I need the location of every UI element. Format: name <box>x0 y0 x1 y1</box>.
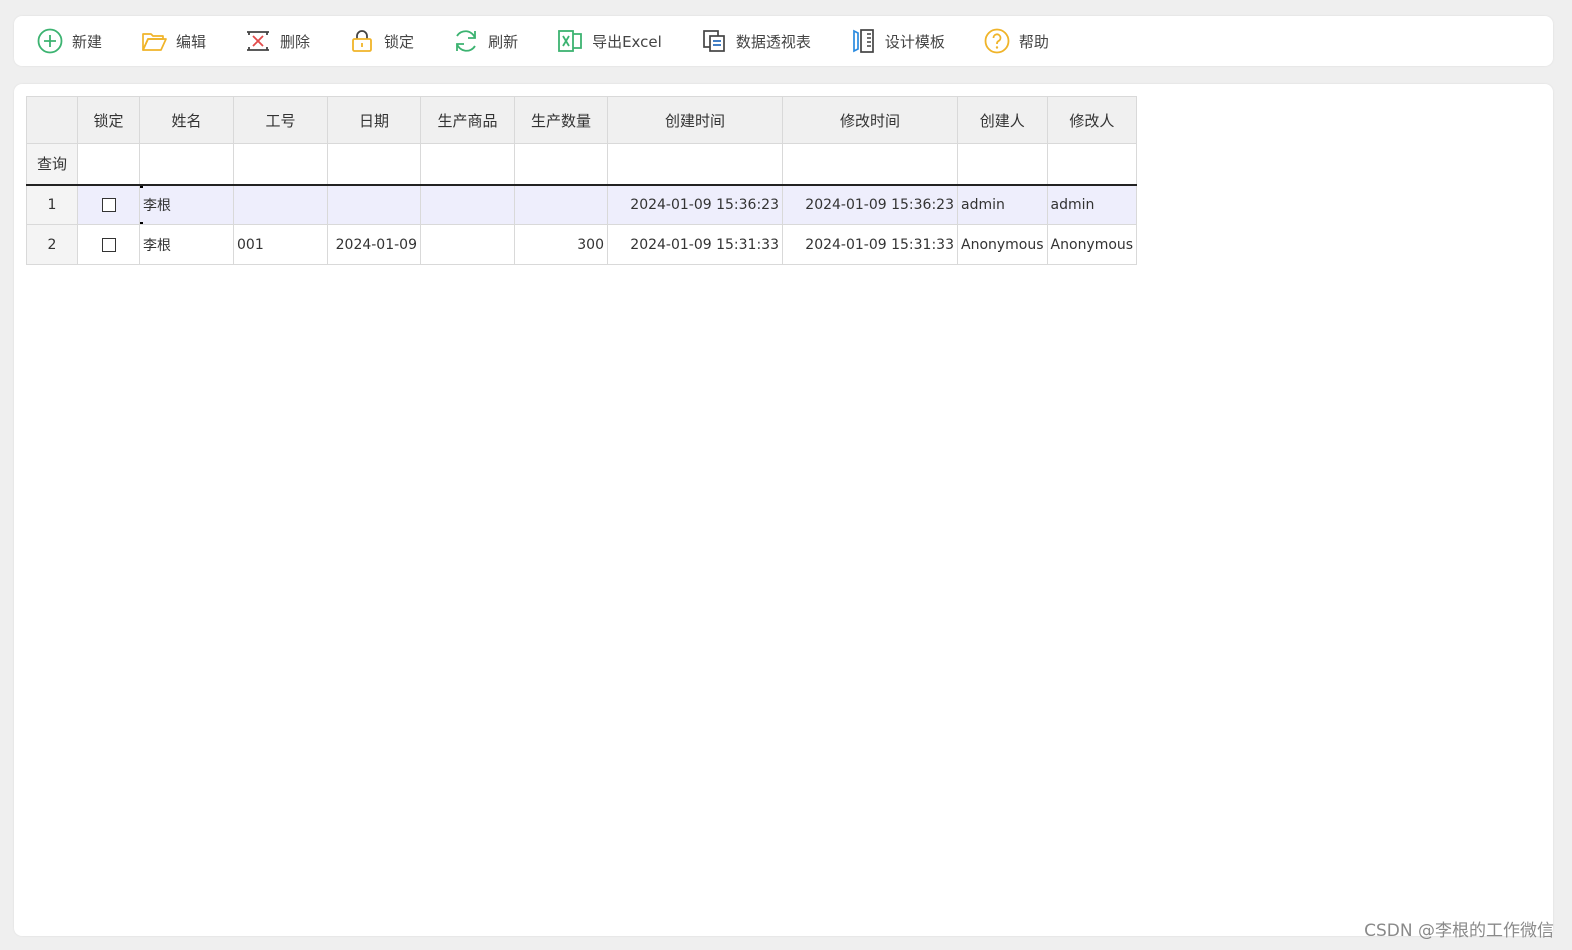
column-header-date[interactable]: 日期 <box>327 96 421 144</box>
column-header-creator[interactable]: 创建人 <box>957 96 1048 144</box>
selection-handle[interactable] <box>140 185 143 188</box>
name-cell[interactable]: 李根 <box>139 184 234 225</box>
locked-cell[interactable] <box>77 184 140 225</box>
table-row[interactable]: 1 李根 2024-01-09 15:36:23 2024-01-09 15:3… <box>26 184 1138 225</box>
column-header-created[interactable]: 创建时间 <box>607 96 783 144</box>
name-text: 李根 <box>143 197 171 214</box>
creator-cell[interactable]: admin <box>957 184 1048 225</box>
product-cell[interactable] <box>420 184 515 225</box>
filter-cell-qty[interactable] <box>514 143 608 186</box>
lock-checkbox[interactable] <box>101 237 116 252</box>
design-template-button-label: 设计模板 <box>884 32 945 51</box>
new-button-label: 新建 <box>72 32 103 51</box>
help-icon <box>983 27 1011 55</box>
qty-cell[interactable] <box>514 184 608 225</box>
filter-cell-created[interactable] <box>607 143 783 186</box>
lock-button[interactable]: 锁定 <box>348 24 414 58</box>
design-template-button[interactable]: 设计模板 <box>849 24 945 58</box>
excel-icon <box>556 27 584 55</box>
filter-label: 查询 <box>26 143 78 186</box>
design-template-icon <box>849 27 877 55</box>
help-button[interactable]: 帮助 <box>983 24 1049 58</box>
new-button[interactable]: 新建 <box>36 24 102 58</box>
delete-button[interactable]: 删除 <box>244 24 310 58</box>
modifier-cell[interactable]: admin <box>1046 184 1138 225</box>
folder-open-icon <box>140 27 168 55</box>
plus-circle-icon <box>36 27 64 55</box>
column-header-locked[interactable]: 锁定 <box>77 96 140 144</box>
name-cell[interactable]: 李根 <box>139 224 234 265</box>
creator-cell[interactable]: Anonymous <box>957 224 1048 265</box>
refresh-button[interactable]: 刷新 <box>452 24 518 58</box>
lock-button-label: 锁定 <box>384 32 415 51</box>
row-number: 1 <box>26 184 78 225</box>
selection-handle[interactable] <box>140 222 143 224</box>
created-cell[interactable]: 2024-01-09 15:31:33 <box>607 224 783 265</box>
export-excel-button-label: 导出Excel <box>592 32 662 51</box>
edit-button[interactable]: 编辑 <box>140 24 206 58</box>
watermark: CSDN @李根的工作微信 <box>1364 921 1554 941</box>
toolbar: 新建 编辑 删除 锁定 刷新 导出Excel 数据透视表 设计模板 帮助 <box>14 16 1553 66</box>
modified-cell[interactable]: 2024-01-09 15:36:23 <box>782 184 958 225</box>
help-button-label: 帮助 <box>1018 32 1049 51</box>
filter-cell-locked[interactable] <box>77 143 140 186</box>
table-row[interactable]: 2 李根 001 2024-01-09 300 2024-01-09 15:31… <box>26 224 1138 265</box>
lock-icon <box>348 27 376 55</box>
filter-cell-product[interactable] <box>420 143 515 186</box>
row-number: 2 <box>26 224 78 265</box>
emp-no-cell[interactable] <box>233 184 328 225</box>
delete-icon <box>244 27 272 55</box>
refresh-button-label: 刷新 <box>488 32 519 51</box>
corner-header <box>26 96 78 144</box>
date-cell[interactable]: 2024-01-09 <box>327 224 421 265</box>
filter-cell-date[interactable] <box>327 143 421 186</box>
column-header-product[interactable]: 生产商品 <box>420 96 515 144</box>
column-header-modifier[interactable]: 修改人 <box>1046 96 1138 144</box>
qty-cell[interactable]: 300 <box>514 224 608 265</box>
column-header-emp-no[interactable]: 工号 <box>233 96 328 144</box>
export-excel-button[interactable]: 导出Excel <box>556 24 662 58</box>
grid-panel: 锁定 姓名 工号 日期 生产商品 生产数量 创建时间 修改时间 创建人 修改人 … <box>14 84 1553 936</box>
column-header-name[interactable]: 姓名 <box>139 96 234 144</box>
created-cell[interactable]: 2024-01-09 15:36:23 <box>607 184 783 225</box>
filter-row: 查询 <box>26 143 1138 186</box>
modified-cell[interactable]: 2024-01-09 15:31:33 <box>782 224 958 265</box>
date-cell[interactable] <box>327 184 421 225</box>
pivot-table-button[interactable]: 数据透视表 <box>700 24 811 58</box>
modifier-cell[interactable]: Anonymous <box>1046 224 1138 265</box>
filter-cell-modifier[interactable] <box>1046 143 1138 186</box>
product-cell[interactable] <box>420 224 515 265</box>
pivot-table-button-label: 数据透视表 <box>735 32 811 51</box>
edit-button-label: 编辑 <box>176 32 207 51</box>
delete-button-label: 删除 <box>280 32 311 51</box>
locked-cell[interactable] <box>77 224 140 265</box>
lock-checkbox[interactable] <box>101 197 116 212</box>
filter-cell-name[interactable] <box>139 143 234 186</box>
filter-cell-modified[interactable] <box>782 143 958 186</box>
emp-no-cell[interactable]: 001 <box>233 224 328 265</box>
column-header-modified[interactable]: 修改时间 <box>782 96 958 144</box>
data-grid: 锁定 姓名 工号 日期 生产商品 生产数量 创建时间 修改时间 创建人 修改人 … <box>26 96 1138 265</box>
pivot-table-icon <box>700 27 728 55</box>
filter-cell-creator[interactable] <box>957 143 1048 186</box>
filter-cell-emp-no[interactable] <box>233 143 328 186</box>
refresh-icon <box>452 27 480 55</box>
column-header-qty[interactable]: 生产数量 <box>514 96 608 144</box>
